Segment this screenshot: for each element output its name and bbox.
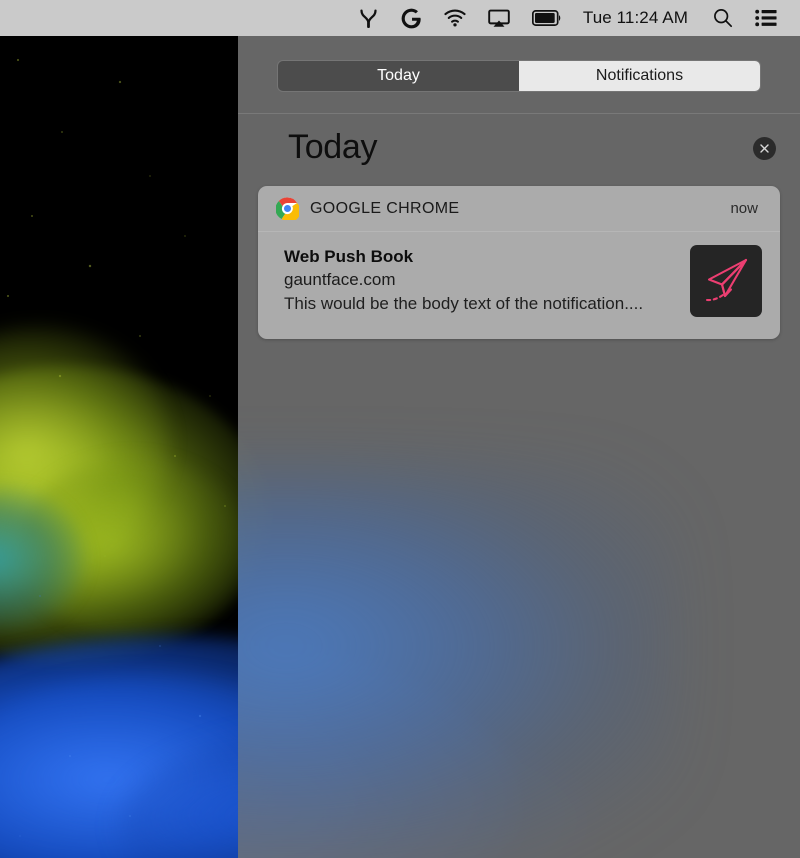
menubar-item-search[interactable] xyxy=(702,0,744,36)
menubar-item-google[interactable] xyxy=(390,0,433,36)
close-icon xyxy=(760,144,769,153)
notification-title: Web Push Book xyxy=(284,247,414,266)
menubar-item-wifi[interactable] xyxy=(433,0,477,36)
notification-app-name: GOOGLE CHROME xyxy=(310,199,460,217)
today-section-header: Today xyxy=(238,128,800,188)
notification-body: Web Push Book gauntface.com This would b… xyxy=(258,232,780,339)
google-icon xyxy=(401,8,421,28)
sourcetree-icon xyxy=(360,8,377,28)
menubar-item-notification-center[interactable] xyxy=(744,0,788,36)
notification-thumbnail xyxy=(690,245,762,317)
paper-plane-icon xyxy=(705,258,748,302)
menu-bar: Tue 11:24 AM xyxy=(0,0,800,36)
menubar-item-battery[interactable] xyxy=(521,0,573,36)
notification-timestamp: now xyxy=(730,200,758,217)
menubar-clock[interactable]: Tue 11:24 AM xyxy=(573,8,702,28)
notification-text-block: Web Push Book gauntface.com This would b… xyxy=(284,245,678,317)
notification-center-icon xyxy=(755,9,777,27)
tab-notifications-label: Notifications xyxy=(595,67,684,84)
menubar-item-sourcetree[interactable] xyxy=(347,0,390,36)
search-icon xyxy=(714,9,733,28)
close-button[interactable] xyxy=(753,137,776,160)
tabbar-divider xyxy=(238,113,800,114)
page-title: Today xyxy=(288,128,378,166)
tab-today-label: Today xyxy=(377,67,420,84)
battery-icon xyxy=(531,10,561,26)
menubar-item-airplay[interactable] xyxy=(477,0,521,36)
tab-notifications[interactable]: Notifications xyxy=(519,61,760,91)
notification-center-panel: Today Notifications Today GOOGLE CHROME … xyxy=(238,36,800,858)
notification-card[interactable]: GOOGLE CHROME now Web Push Book gauntfac… xyxy=(258,186,780,339)
wifi-icon xyxy=(444,9,466,27)
notification-message: This would be the body text of the notif… xyxy=(284,293,644,313)
airplay-icon xyxy=(488,9,510,27)
panel-translucency-bleed xyxy=(238,466,678,858)
notification-header: GOOGLE CHROME now xyxy=(258,186,780,232)
chrome-icon xyxy=(276,197,299,220)
tab-today[interactable]: Today xyxy=(278,61,519,91)
notification-center-tabs[interactable]: Today Notifications xyxy=(278,61,760,91)
notification-origin: gauntface.com xyxy=(284,270,396,290)
